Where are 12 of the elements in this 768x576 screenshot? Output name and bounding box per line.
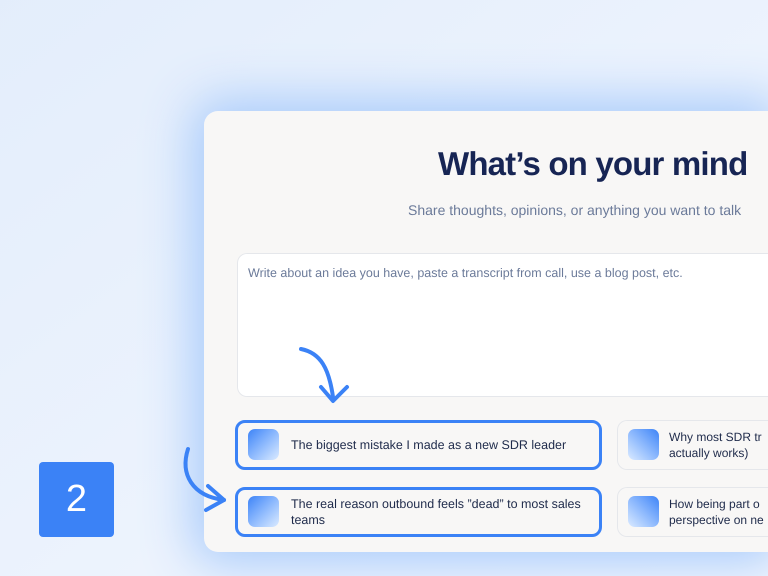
input-field[interactable]: Write about an idea you have, paste a transcript from call, use a blog post, etc. — [237, 252, 768, 396]
suggestion-card[interactable]: Why most SDR tr actually works) — [617, 420, 768, 470]
heading: What’s on your mind — [438, 145, 748, 182]
suggestion-card[interactable]: The biggest mistake I made as a new SDR leader — [235, 420, 602, 470]
square-icon — [628, 496, 659, 527]
square-icon — [628, 429, 659, 460]
suggestion-card[interactable]: The real reason outbound feels ”dead” to most sales teams — [235, 486, 602, 536]
suggestion-card[interactable]: How being part o perspective on ne — [617, 486, 768, 536]
subtitle: Share thoughts, opinions, or anything you want to talk — [408, 202, 742, 218]
square-icon — [248, 496, 279, 527]
step-badge: 2 — [39, 462, 114, 537]
square-icon — [248, 429, 279, 460]
